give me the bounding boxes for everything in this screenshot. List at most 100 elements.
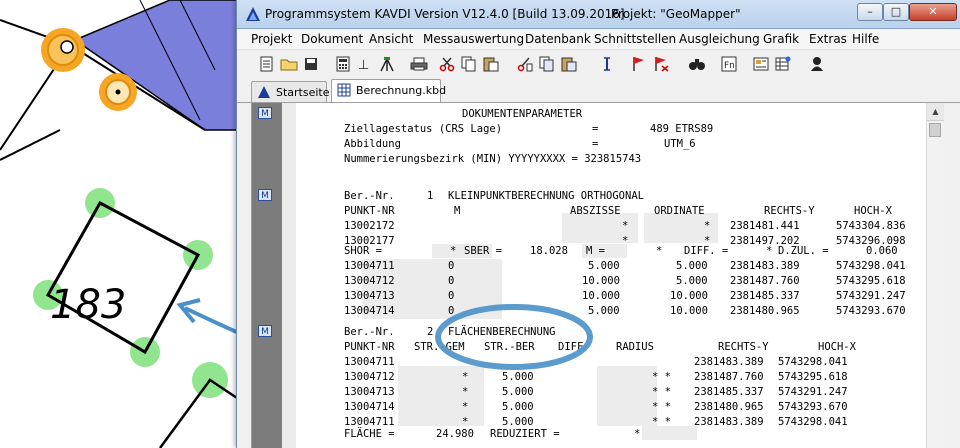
param-value: UTM_6 <box>664 138 696 150</box>
point-number[interactable]: 13004714 <box>344 400 395 415</box>
param-label: Ziellagestatus (CRS Lage) <box>344 123 503 135</box>
menu-hilfe[interactable]: Hilfe <box>852 32 879 46</box>
menu-schnittstellen[interactable]: Schnittstellen <box>594 32 676 46</box>
document-editor[interactable]: M M M DOKUMENTENPARAMETER Ziellagestatus… <box>251 103 944 448</box>
close-button[interactable]: ✕ <box>909 3 957 21</box>
report-icon[interactable] <box>751 54 771 74</box>
flag-icon[interactable] <box>629 54 649 74</box>
ordinate-value: 10.000 <box>670 305 708 317</box>
param-eq: = <box>592 123 599 135</box>
printer-icon[interactable] <box>409 54 429 74</box>
help-person-icon[interactable] <box>807 54 827 74</box>
menu-ansicht[interactable]: Ansicht <box>369 32 413 46</box>
ber-nr-label: Ber.-Nr. <box>344 190 395 202</box>
minimize-button[interactable]: – <box>857 3 883 21</box>
abszisse-value: * <box>622 235 629 247</box>
param-value: 489 ETRS89 <box>650 123 714 135</box>
diff-value: * <box>766 245 773 257</box>
window-title: Programmsystem KAVDI Version V12.4.0 [Bu… <box>265 7 625 21</box>
parcel-183[interactable] <box>45 200 201 355</box>
rechts-value: 2381485.337 <box>730 290 800 302</box>
hoch-value: 5743295.618 <box>778 371 848 383</box>
ordinate-value: 5.000 <box>676 275 708 287</box>
ordinate-value: * <box>704 220 711 232</box>
col-header: HOCH-X <box>818 341 856 353</box>
section-marker[interactable]: M <box>258 107 272 119</box>
scroll-up-button[interactable]: ▲ <box>927 103 944 121</box>
menu-extras[interactable]: Extras <box>809 32 847 46</box>
scroll-thumb[interactable] <box>929 123 941 137</box>
app-logo-icon <box>246 7 260 21</box>
ordinate-value: 10.000 <box>670 290 708 302</box>
point-number[interactable]: 13004712 <box>344 274 395 289</box>
section-marker[interactable]: M <box>258 325 272 337</box>
shor-label: SHOR = <box>344 245 382 257</box>
copy-icon[interactable] <box>459 54 479 74</box>
tripod-icon[interactable] <box>377 54 397 74</box>
diff-radius-value: * * <box>652 401 671 413</box>
point-number[interactable]: 13004714 <box>344 304 395 319</box>
m-value: * <box>656 245 663 257</box>
toolbar: ⊥ Fn <box>237 49 960 78</box>
survey-point-icon[interactable]: ⊥ <box>355 54 375 74</box>
parcel-label: 183 <box>50 282 126 328</box>
title-bar[interactable]: Programmsystem KAVDI Version V12.4.0 [Bu… <box>237 0 960 29</box>
binoculars-icon[interactable] <box>687 54 707 74</box>
diff-radius-value: * * <box>652 416 671 428</box>
point-number[interactable]: 13002172 <box>344 219 395 234</box>
survey-marker[interactable] <box>99 73 137 111</box>
calculation-grid-icon <box>337 83 351 97</box>
section-title: KLEINPUNKTBERECHNUNG ORTHOGONAL <box>448 190 644 202</box>
hoch-value: 5743298.041 <box>836 260 906 272</box>
svg-text:⊥: ⊥ <box>358 58 369 72</box>
menu-datenbank[interactable]: Datenbank <box>525 32 591 46</box>
scissors-icon[interactable] <box>437 54 457 74</box>
col-header: RECHTS-Y <box>718 341 769 353</box>
maximize-button[interactable]: □ <box>883 3 909 21</box>
paste-list-icon[interactable] <box>559 54 579 74</box>
menu-dokument[interactable]: Dokument <box>301 32 363 46</box>
table-settings-icon[interactable] <box>773 54 793 74</box>
reduziert-value: * <box>634 428 641 440</box>
strber-value: 5.000 <box>502 386 534 398</box>
col-header: RADIUS <box>616 341 654 353</box>
col-header: HOCH-X <box>854 205 892 217</box>
tab-startseite[interactable]: Startseite <box>251 81 330 102</box>
point-number[interactable]: 13004711 <box>344 259 395 274</box>
strgem-value: * <box>462 386 469 398</box>
new-document-icon[interactable] <box>257 54 277 74</box>
section-header: DOKUMENTENPARAMETER <box>462 108 583 120</box>
open-folder-icon[interactable] <box>279 54 299 74</box>
menu-projekt[interactable]: Projekt <box>251 32 292 46</box>
function-icon[interactable]: Fn <box>719 54 739 74</box>
point-number[interactable]: 13004713 <box>344 385 395 400</box>
point-number[interactable]: 13004711 <box>344 355 395 370</box>
survey-marker[interactable] <box>41 28 85 72</box>
menu-messauswertung[interactable]: Messauswertung <box>423 32 524 46</box>
tab-berechnung[interactable]: Berechnung.kbd <box>331 79 446 102</box>
m-value: 0 <box>448 275 455 287</box>
paste-icon[interactable] <box>481 54 501 74</box>
col-header: RECHTS-Y <box>764 205 815 217</box>
annotation-highlight <box>435 304 593 370</box>
col-header: PUNKT-NR <box>344 205 395 217</box>
input-cell <box>597 366 657 426</box>
cut-list-icon[interactable] <box>515 54 535 74</box>
menu-ausgleichung[interactable]: Ausgleichung <box>679 32 760 46</box>
rechts-value: 2381487.760 <box>694 371 764 383</box>
col-header: M <box>454 205 461 217</box>
dzul-value: 0.060 <box>866 245 898 257</box>
save-icon[interactable] <box>301 54 321 74</box>
menu-grafik[interactable]: Grafik <box>763 32 799 46</box>
flag-delete-icon[interactable] <box>651 54 671 74</box>
building-polygon <box>73 0 241 131</box>
text-cursor-icon[interactable] <box>597 54 617 74</box>
calculator-icon[interactable] <box>333 54 353 74</box>
point-number[interactable]: 13004713 <box>344 289 395 304</box>
vertical-scrollbar[interactable]: ▲ <box>926 103 944 448</box>
point-number[interactable]: 13004712 <box>344 370 395 385</box>
copy-list-icon[interactable] <box>537 54 557 74</box>
rechts-value: 2381480.965 <box>694 401 764 413</box>
rechts-value: 2381480.965 <box>730 305 800 317</box>
section-marker[interactable]: M <box>258 189 272 201</box>
